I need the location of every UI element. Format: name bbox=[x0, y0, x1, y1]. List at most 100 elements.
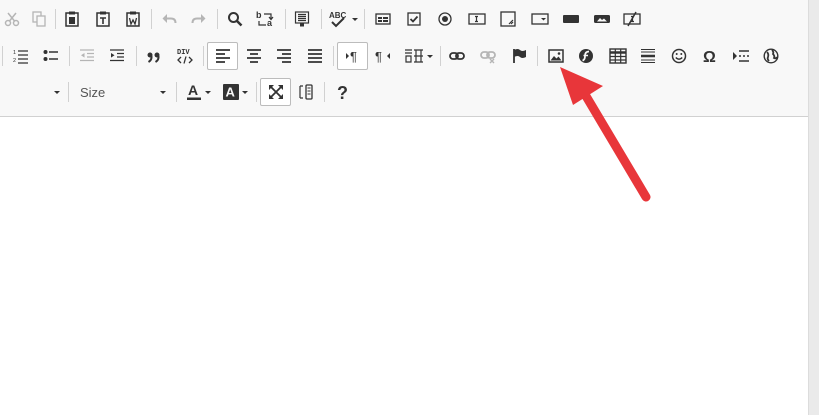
clipboard-text-icon bbox=[96, 11, 110, 27]
page-break-button[interactable] bbox=[729, 42, 753, 70]
copy-button[interactable] bbox=[27, 5, 51, 33]
toolbar-row-styles: Size A A ? bbox=[0, 78, 808, 108]
image-button-icon bbox=[594, 15, 610, 23]
checkbox-button[interactable] bbox=[402, 5, 426, 33]
spellcheck-button[interactable]: ABC bbox=[327, 5, 359, 33]
unlink-button[interactable] bbox=[476, 42, 500, 70]
show-blocks-button[interactable] bbox=[294, 78, 318, 106]
replace-button[interactable]: ba bbox=[253, 5, 279, 33]
select-all-button[interactable] bbox=[290, 5, 314, 33]
flag-icon bbox=[513, 49, 526, 63]
toolbar-row-paragraph-insert: 12 DIV ¶ ¶ Ω bbox=[0, 42, 808, 72]
text-color-button[interactable]: A bbox=[182, 78, 214, 106]
ltr-button[interactable]: ¶ bbox=[337, 42, 368, 70]
align-left-button[interactable] bbox=[207, 42, 238, 70]
language-button[interactable] bbox=[401, 42, 435, 70]
hidden-field-button[interactable] bbox=[620, 5, 644, 33]
svg-text:Ω: Ω bbox=[703, 49, 716, 64]
textarea-button[interactable] bbox=[496, 5, 520, 33]
checkbox-icon bbox=[407, 12, 421, 26]
page-break-icon bbox=[733, 50, 749, 62]
replace-icon: ba bbox=[256, 10, 274, 28]
form-button[interactable] bbox=[371, 5, 395, 33]
copy-icon bbox=[32, 11, 46, 27]
image-button-button[interactable] bbox=[589, 5, 615, 33]
horizontal-line-button[interactable] bbox=[636, 42, 660, 70]
align-center-icon bbox=[247, 49, 261, 63]
maximize-icon bbox=[268, 85, 283, 99]
clipboard-icon bbox=[65, 11, 79, 27]
scissors-icon bbox=[4, 12, 20, 27]
link-button[interactable] bbox=[445, 42, 469, 70]
undo-button[interactable] bbox=[157, 5, 181, 33]
chevron-down-icon bbox=[160, 90, 166, 94]
decrease-indent-button[interactable] bbox=[75, 42, 99, 70]
radio-button[interactable] bbox=[433, 5, 457, 33]
format-combo[interactable] bbox=[0, 78, 64, 106]
table-icon bbox=[609, 48, 627, 64]
image-icon bbox=[548, 49, 564, 63]
table-button[interactable] bbox=[605, 42, 631, 70]
svg-text:a: a bbox=[267, 18, 273, 28]
vertical-scrollbar[interactable] bbox=[808, 0, 819, 415]
find-button[interactable] bbox=[223, 5, 247, 33]
radio-icon bbox=[438, 12, 452, 26]
omega-icon: Ω bbox=[703, 49, 716, 64]
select-all-icon bbox=[294, 11, 310, 27]
div-icon: DIV bbox=[177, 49, 193, 64]
svg-text:DIV: DIV bbox=[177, 49, 190, 57]
spellcheck-icon: ABC bbox=[329, 11, 346, 28]
align-center-button[interactable] bbox=[241, 42, 267, 70]
iframe-button[interactable] bbox=[759, 42, 783, 70]
cut-button[interactable] bbox=[0, 5, 24, 33]
justify-icon bbox=[308, 49, 322, 63]
background-color-button[interactable]: A bbox=[218, 78, 252, 106]
editor-content-area[interactable] bbox=[0, 117, 808, 415]
unlink-icon bbox=[480, 51, 496, 64]
paste-word-button[interactable] bbox=[121, 5, 145, 33]
align-right-icon bbox=[277, 49, 291, 63]
image-button[interactable] bbox=[543, 42, 569, 70]
form-button-button[interactable] bbox=[558, 5, 584, 33]
select-field-icon bbox=[531, 13, 549, 25]
quote-icon bbox=[147, 52, 160, 63]
about-button[interactable]: ? bbox=[330, 78, 354, 106]
undo-icon bbox=[162, 14, 177, 24]
clipboard-word-icon bbox=[126, 11, 140, 27]
redo-icon bbox=[191, 14, 206, 24]
svg-text:¶: ¶ bbox=[350, 49, 357, 64]
align-left-icon bbox=[215, 49, 230, 63]
rtl-icon: ¶ bbox=[375, 49, 390, 64]
rtl-button[interactable]: ¶ bbox=[370, 42, 396, 70]
blockquote-button[interactable] bbox=[142, 42, 166, 70]
increase-indent-button[interactable] bbox=[105, 42, 129, 70]
flash-icon bbox=[579, 49, 593, 63]
create-div-button[interactable]: DIV bbox=[172, 42, 198, 70]
svg-text:A: A bbox=[188, 83, 198, 98]
svg-text:1: 1 bbox=[13, 50, 16, 56]
paste-text-button[interactable] bbox=[91, 5, 115, 33]
numbered-list-button[interactable]: 12 bbox=[9, 42, 33, 70]
bulleted-list-icon bbox=[43, 50, 58, 61]
paste-button[interactable] bbox=[60, 5, 84, 33]
maximize-button[interactable] bbox=[260, 78, 291, 106]
editor-toolbar: ba ABC 1 2 DIV ¶ ¶ Ω Size A A ? bbox=[0, 0, 808, 117]
smiley-button[interactable] bbox=[667, 42, 691, 70]
text-field-button[interactable] bbox=[464, 5, 490, 33]
flash-button[interactable] bbox=[574, 42, 598, 70]
bulleted-list-button[interactable] bbox=[39, 42, 63, 70]
indent-icon bbox=[110, 49, 124, 62]
globe-icon bbox=[763, 48, 779, 64]
size-combo[interactable]: Size bbox=[70, 78, 170, 106]
justify-button[interactable] bbox=[302, 42, 328, 70]
anchor-button[interactable] bbox=[507, 42, 531, 70]
redo-button[interactable] bbox=[187, 5, 211, 33]
special-char-button[interactable]: Ω bbox=[698, 42, 722, 70]
size-combo-label: Size bbox=[80, 84, 106, 100]
show-blocks-icon bbox=[299, 84, 313, 100]
background-color-icon: A bbox=[222, 84, 239, 100]
select-field-button[interactable] bbox=[527, 5, 553, 33]
hidden-field-icon bbox=[623, 11, 641, 27]
numbered-list-icon: 12 bbox=[13, 50, 28, 64]
align-right-button[interactable] bbox=[271, 42, 297, 70]
